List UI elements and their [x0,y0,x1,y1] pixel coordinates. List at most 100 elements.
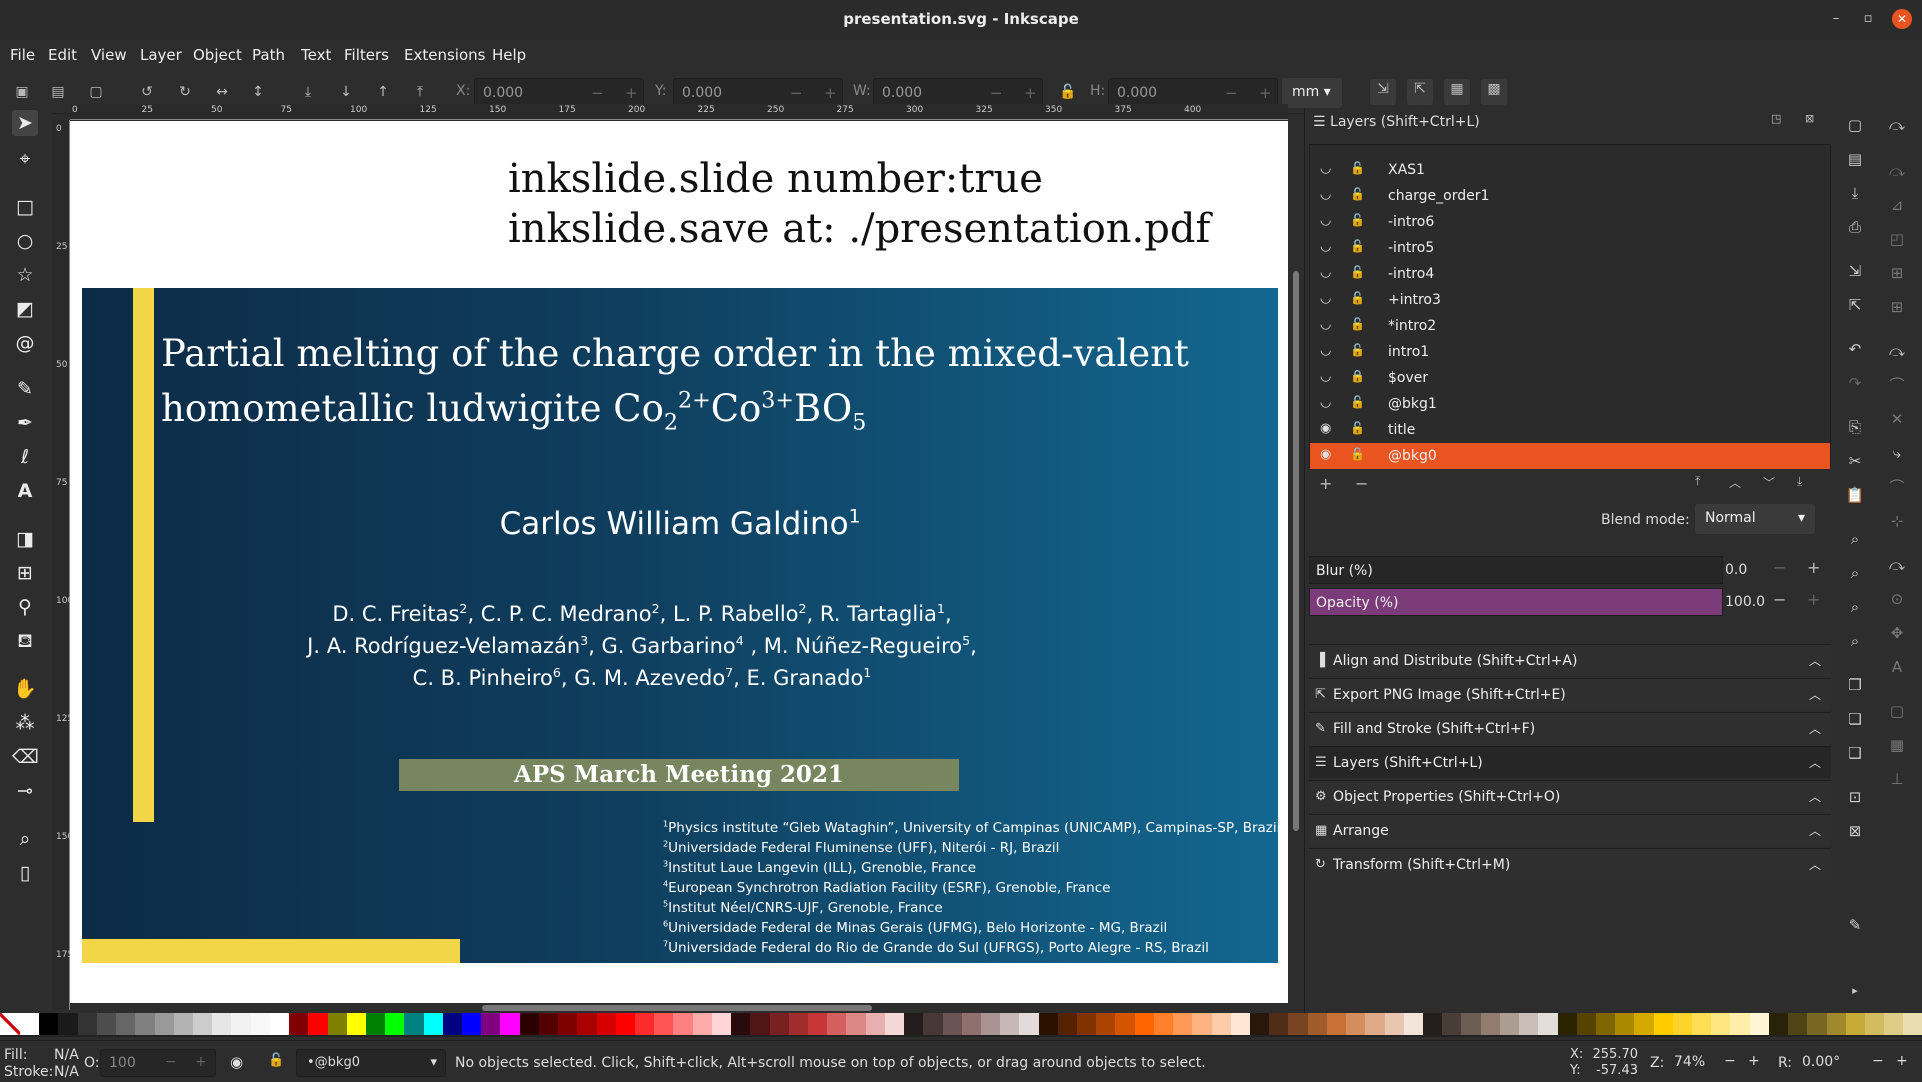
calligraphy-tool-icon[interactable]: ℓ [12,444,38,470]
color-swatch[interactable] [1884,1013,1904,1035]
h-decrement[interactable]: − [1225,84,1238,102]
snap-bbox-corner-icon[interactable]: ◰ [1886,228,1908,250]
color-swatch[interactable] [1173,1013,1193,1035]
lower-to-bottom-icon[interactable]: ⤓ [1797,474,1802,489]
scale-stroke-icon[interactable]: ⇲ [1370,79,1396,105]
snap-bbox-icon[interactable]: ⤼ [1886,160,1908,182]
color-swatch[interactable] [1250,1013,1270,1035]
color-swatch[interactable] [519,1013,539,1035]
lock-open-icon[interactable]: 🔓 [1350,421,1366,435]
snap-path-icon[interactable]: ⌒ [1886,374,1908,396]
eraser-tool-icon[interactable]: ⌫ [12,744,39,770]
group-icon[interactable]: ⊡ [1844,786,1866,808]
zoom-tool-icon[interactable]: ⌕ [12,826,38,852]
color-swatch[interactable] [1865,1013,1885,1035]
menu-extensions[interactable]: Extensions [404,46,485,64]
color-swatch[interactable] [135,1013,155,1035]
color-swatch[interactable] [865,1013,885,1035]
xml-editor-icon[interactable]: ✎ [1844,914,1866,936]
horizontal-scroll-thumb[interactable] [482,1005,872,1011]
close-icon[interactable]: ✕ [1892,9,1912,29]
lock-open-icon[interactable]: 🔓 [1350,447,1366,461]
fill-value[interactable]: N/A [54,1047,79,1063]
color-swatch[interactable] [1692,1013,1712,1035]
color-swatch[interactable] [1326,1013,1347,1035]
color-swatch[interactable] [731,1013,751,1035]
rotate-ccw-icon[interactable]: ↺ [137,82,157,102]
zoom-selection-icon[interactable]: ⌕ [1844,528,1866,550]
color-swatch[interactable] [1384,1013,1404,1035]
vertical-scroll-thumb[interactable] [1293,271,1299,831]
box3d-tool-icon[interactable]: ◩ [12,296,38,322]
duplicate-icon[interactable]: ❐ [1844,674,1866,696]
menu-help[interactable]: Help [492,46,526,64]
raise-layer-icon[interactable]: ︿ [1729,474,1741,491]
eye-closed-icon[interactable]: ◡ [1320,161,1336,176]
color-swatch[interactable] [173,1013,193,1035]
color-swatch[interactable] [692,1013,712,1035]
canvas[interactable]: inkslide.slide number:true inkslide.save… [70,121,1288,1009]
lock-closed-icon[interactable]: 🔒 [1350,369,1366,383]
color-swatch[interactable] [346,1013,366,1035]
no-paint-swatch[interactable] [0,1013,20,1035]
blend-mode-select[interactable]: Normal ▾ [1695,504,1815,534]
save-icon[interactable]: ⤓ [1844,182,1866,204]
eye-closed-icon[interactable]: ◡ [1320,343,1336,358]
color-swatch[interactable] [481,1013,501,1035]
layer-row[interactable]: ◡ 🔓 -intro6 [1310,209,1830,235]
layer-row[interactable]: ◡ 🔓 XAS1 [1310,157,1830,183]
layer-row[interactable]: ◡ 🔓 -intro4 [1310,261,1830,287]
color-swatch[interactable] [1000,1013,1020,1035]
y-increment[interactable]: + [824,84,837,102]
blur-increment[interactable]: + [1807,558,1820,577]
color-swatch[interactable] [1499,1013,1520,1035]
w-decrement[interactable]: − [990,84,1003,102]
maximize-icon[interactable]: ▫ [1858,9,1878,29]
mesh-tool-icon[interactable]: ⊞ [12,560,38,586]
layer-row[interactable]: ◉ 🔓 title [1310,417,1830,443]
color-swatch[interactable] [327,1013,347,1035]
color-swatch[interactable] [1845,1013,1865,1035]
cut-icon[interactable]: ✂ [1844,450,1866,472]
print-icon[interactable]: ⎙ [1844,216,1866,238]
eye-closed-icon[interactable]: ◡ [1320,291,1336,306]
color-swatch[interactable] [1077,1013,1097,1035]
color-swatch[interactable] [654,1013,674,1035]
color-swatch[interactable] [212,1013,232,1035]
color-swatch[interactable] [1211,1013,1231,1035]
lock-open-icon[interactable]: 🔓 [1350,213,1366,227]
color-swatch[interactable] [308,1013,328,1035]
copy-icon[interactable]: ⎘ [1844,416,1866,438]
pencil-tool-icon[interactable]: ✎ [12,376,38,402]
color-swatch[interactable] [385,1013,405,1035]
snap-smooth-icon[interactable]: ⌒ [1886,476,1908,498]
opacity-value[interactable]: 100.0 [1725,594,1765,610]
measure-tool-icon[interactable]: ▯ [12,860,38,886]
zoom-drawing-icon[interactable]: ⌕ [1844,562,1866,584]
rectangle-tool-icon[interactable]: □ [12,194,38,220]
snap-others-icon[interactable]: ⤼ [1886,554,1908,576]
snap-center-icon[interactable]: ⊙ [1886,588,1908,610]
horizontal-scrollbar[interactable] [70,1003,1288,1013]
color-swatch[interactable] [538,1013,559,1035]
eye-closed-icon[interactable]: ◡ [1320,265,1336,280]
layer-row[interactable]: ◡ 🔓 charge_order1 [1310,183,1830,209]
eye-closed-icon[interactable]: ◡ [1320,317,1336,332]
menu-edit[interactable]: Edit [48,46,77,64]
color-swatch[interactable] [1038,1013,1058,1035]
color-swatch[interactable] [1422,1013,1443,1035]
color-swatch[interactable] [1461,1013,1481,1035]
lock-open-icon[interactable]: 🔓 [1350,239,1366,253]
raise-icon[interactable]: ↑ [373,82,393,102]
color-swatch[interactable] [116,1013,136,1035]
color-swatch[interactable] [904,1013,924,1035]
color-swatch[interactable] [788,1013,808,1035]
new-document-icon[interactable]: ▢ [1844,114,1866,136]
layer-row[interactable]: ◡ 🔓 @bkg1 [1310,391,1830,417]
opacity-spinbox[interactable]: 100 − + [100,1049,216,1077]
color-swatch[interactable] [1346,1013,1366,1035]
lock-icon[interactable]: 🔓 [268,1053,284,1068]
color-swatch[interactable] [77,1013,97,1035]
color-swatch[interactable] [1096,1013,1116,1035]
dock-section-header[interactable]: ▐ Align and Distribute (Shift+Ctrl+A) ︿ [1309,644,1831,676]
